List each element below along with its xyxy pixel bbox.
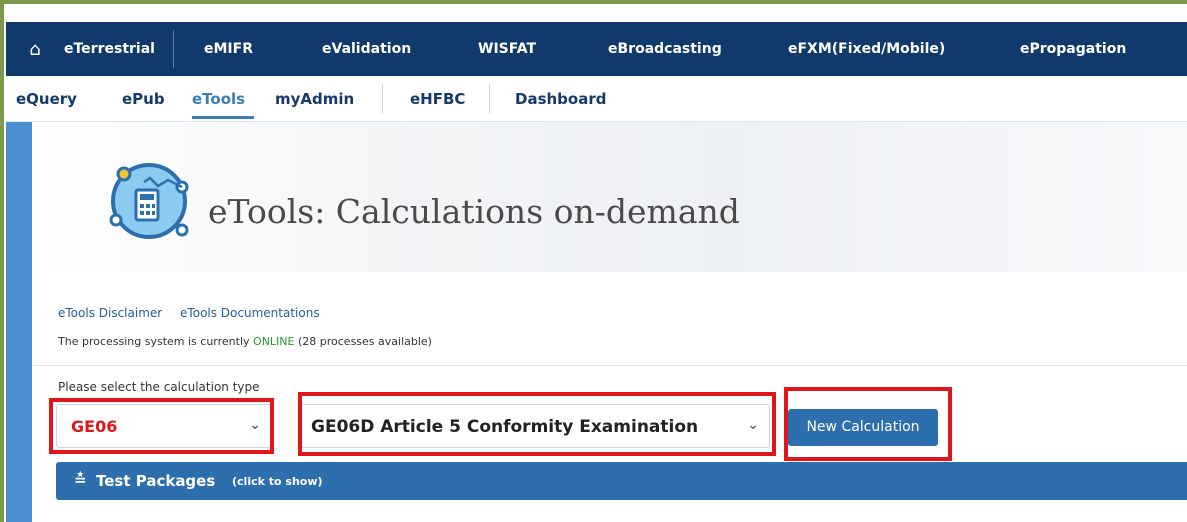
top-navigation: ⌂ eTerrestrial eMIFR eValidation WISFAT … <box>6 22 1187 76</box>
nav-divider <box>173 30 174 68</box>
subnav-item-epub[interactable]: ePub <box>122 76 165 122</box>
subnav-item-myadmin[interactable]: myAdmin <box>275 76 354 122</box>
nav-item-emifr[interactable]: eMIFR <box>204 22 253 76</box>
nav-item-ebroadcasting[interactable]: eBroadcasting <box>608 22 722 76</box>
sub-navigation: eQuery ePub eTools myAdmin eHFBC Dashboa… <box>6 76 1187 122</box>
nav-item-eterrestrial[interactable]: eTerrestrial <box>64 22 155 76</box>
calc-type-label: Please select the calculation type <box>58 380 260 394</box>
nav-item-wisfat[interactable]: WISFAT <box>478 22 536 76</box>
main-content: eTools: Calculations on-demand eTools Di… <box>32 122 1187 522</box>
section-divider <box>32 365 1187 366</box>
subnav-item-dashboard[interactable]: Dashboard <box>515 76 606 122</box>
disclaimer-link[interactable]: eTools Disclaimer <box>58 306 162 320</box>
test-packages-title: Test Packages <box>96 472 216 490</box>
nav-item-epropagation[interactable]: ePropagation <box>1020 22 1126 76</box>
home-icon[interactable]: ⌂ <box>20 39 50 60</box>
highlight-box <box>784 387 952 461</box>
test-packages-toggle[interactable]: ≛ Test Packages (click to show) <box>56 462 1187 500</box>
active-tab-underline <box>192 116 254 119</box>
highlight-box <box>298 392 776 456</box>
left-accent-bar <box>6 122 32 522</box>
double-chevron-down-icon: ≛ <box>74 471 87 489</box>
subnav-item-ehfbc[interactable]: eHFBC <box>410 76 465 122</box>
page-title: eTools: Calculations on-demand <box>208 192 740 231</box>
calculator-network-icon <box>109 163 189 239</box>
nav-item-efxm[interactable]: eFXM(Fixed/Mobile) <box>788 22 945 76</box>
subnav-divider <box>489 85 490 113</box>
help-links: eTools Disclaimer eTools Documentations <box>58 306 334 320</box>
test-packages-hint: (click to show) <box>232 475 323 488</box>
system-status: The processing system is currently ONLIN… <box>58 335 432 348</box>
documentations-link[interactable]: eTools Documentations <box>180 306 320 320</box>
status-online-badge: ONLINE <box>253 335 295 348</box>
subnav-divider <box>382 85 383 113</box>
highlight-box <box>49 398 274 454</box>
subnav-item-equery[interactable]: eQuery <box>16 76 77 122</box>
status-suffix: (28 processes available) <box>294 335 432 348</box>
nav-item-evalidation[interactable]: eValidation <box>322 22 411 76</box>
status-prefix: The processing system is currently <box>58 335 254 348</box>
